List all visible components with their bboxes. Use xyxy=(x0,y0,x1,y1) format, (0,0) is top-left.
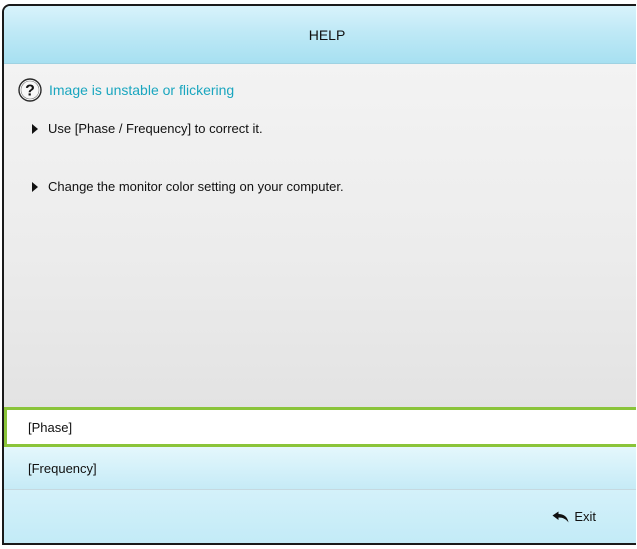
help-bullet: Use [Phase / Frequency] to correct it. xyxy=(32,121,263,136)
topic-title: Image is unstable or flickering xyxy=(49,82,235,98)
dialog-title: HELP xyxy=(308,26,346,43)
option-frequency[interactable]: [Frequency] xyxy=(4,447,636,490)
help-dialog: HELP ? Image is unstable or flickering U… xyxy=(2,4,636,545)
dialog-footer: Exit xyxy=(4,490,636,543)
help-bullet: Change the monitor color setting on your… xyxy=(32,179,344,194)
bullet-text: Use [Phase / Frequency] to correct it. xyxy=(48,121,263,136)
question-circle-icon: ? xyxy=(18,78,42,102)
dialog-header: HELP xyxy=(4,6,636,64)
bullet-arrow-icon xyxy=(32,181,38,192)
return-arrow-icon xyxy=(552,511,569,522)
option-label: [Phase] xyxy=(28,419,73,435)
bullet-arrow-icon xyxy=(32,123,38,134)
bullet-text: Change the monitor color setting on your… xyxy=(48,179,344,194)
option-phase[interactable]: [Phase] xyxy=(4,407,636,447)
help-content: ? Image is unstable or flickering Use [P… xyxy=(4,64,636,407)
exit-button[interactable]: Exit xyxy=(552,490,596,543)
help-topic: ? Image is unstable or flickering xyxy=(18,78,234,102)
option-label: [Frequency] xyxy=(28,460,97,476)
svg-text:?: ? xyxy=(25,83,35,100)
exit-label: Exit xyxy=(574,509,596,524)
